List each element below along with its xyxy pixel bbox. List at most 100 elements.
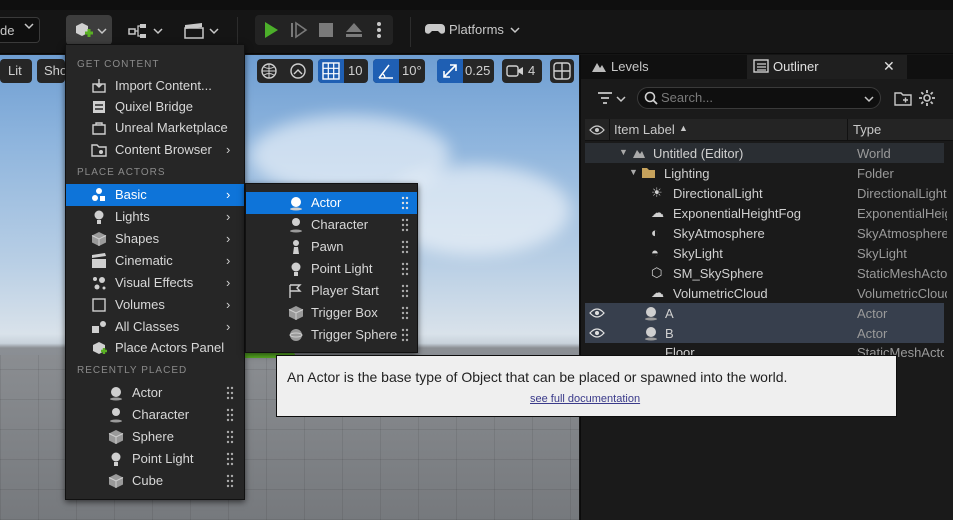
grid-snap-control[interactable]: 10 xyxy=(318,59,368,83)
rotation-snap-control[interactable]: 10° xyxy=(373,59,425,83)
show-button[interactable]: Sho xyxy=(37,59,67,83)
row-type: Actor xyxy=(857,326,888,341)
drag-handle-icon[interactable] xyxy=(226,430,234,444)
chevron-down-icon[interactable] xyxy=(616,94,626,104)
basic-icon xyxy=(92,188,105,201)
drag-handle-icon[interactable] xyxy=(401,306,409,320)
add-content-button[interactable] xyxy=(66,15,112,45)
recent-item-point-light[interactable]: Point Light xyxy=(66,448,244,470)
stop-icon[interactable] xyxy=(318,22,334,38)
play-icon[interactable] xyxy=(262,21,280,39)
recent-item-sphere[interactable]: Sphere xyxy=(66,426,244,448)
outliner-row[interactable]: ◐ SkyAtmosphere SkyAtmosphere xyxy=(585,223,947,243)
sky-light-icon: ◓ xyxy=(651,245,659,260)
menu-item-all-classes[interactable]: All Classes › xyxy=(66,316,244,338)
toolbar-divider xyxy=(237,17,238,47)
outliner-row[interactable]: ☀ DirectionalLight DirectionalLight xyxy=(585,183,947,203)
menu-item-lights[interactable]: Lights › xyxy=(66,206,244,228)
submenu-item-point-light[interactable]: Point Light xyxy=(246,258,417,280)
volume-icon xyxy=(92,298,106,312)
menu-item-basic[interactable]: Basic › xyxy=(66,184,244,206)
drag-handle-icon[interactable] xyxy=(226,474,234,488)
menu-item-visual-effects[interactable]: Visual Effects › xyxy=(66,272,244,294)
more-options-icon[interactable] xyxy=(376,20,382,40)
submenu-item-trigger-sphere[interactable]: Trigger Sphere xyxy=(246,324,417,346)
section-header: PLACE ACTORS xyxy=(77,167,166,178)
sphere-icon xyxy=(108,430,124,444)
menu-item-import-content[interactable]: Import Content... xyxy=(66,75,244,97)
row-label: B xyxy=(665,326,674,341)
search-placeholder: Search... xyxy=(661,90,714,105)
tab-outliner[interactable]: Outliner ✕ xyxy=(747,55,907,79)
visibility-eye-icon[interactable] xyxy=(589,327,605,339)
globe-icon[interactable] xyxy=(260,62,278,80)
drag-handle-icon[interactable] xyxy=(401,284,409,298)
outliner-row[interactable]: ⬡ SM_SkySphere StaticMeshActor xyxy=(585,263,947,283)
drag-handle-icon[interactable] xyxy=(226,408,234,422)
filter-icon[interactable] xyxy=(597,92,613,104)
platforms-label: Platforms xyxy=(449,22,504,37)
close-icon[interactable]: ✕ xyxy=(883,58,895,75)
surface-snap-icon[interactable] xyxy=(289,62,307,80)
menu-item-label: Shapes xyxy=(115,231,160,246)
drag-handle-icon[interactable] xyxy=(401,240,409,254)
drag-handle-icon[interactable] xyxy=(401,218,409,232)
recent-item-cube[interactable]: Cube xyxy=(66,470,244,492)
menu-item-shapes[interactable]: Shapes › xyxy=(66,228,244,250)
recent-item-actor[interactable]: Actor xyxy=(66,382,244,404)
expand-arrow-icon[interactable]: ▼ xyxy=(619,147,628,157)
menu-item-cinematic[interactable]: Cinematic › xyxy=(66,250,244,272)
gear-icon[interactable] xyxy=(918,89,936,107)
menu-item-content-browser[interactable]: Content Browser › xyxy=(66,139,244,161)
mode-selector[interactable]: de xyxy=(0,17,40,43)
scale-icon xyxy=(443,64,457,78)
col-item-label[interactable]: Item Label xyxy=(614,122,675,137)
blueprints-button[interactable] xyxy=(124,15,166,45)
outliner-row[interactable]: ☁ VolumetricCloud VolumetricCloud xyxy=(585,283,947,303)
documentation-link[interactable]: see full documentation xyxy=(530,393,640,405)
eject-icon[interactable] xyxy=(345,21,363,39)
layout-button[interactable] xyxy=(550,59,574,83)
menu-item-place-actors-panel[interactable]: Place Actors Panel xyxy=(66,337,244,359)
row-label: SkyAtmosphere xyxy=(673,226,765,241)
platforms-dropdown[interactable]: Platforms xyxy=(423,17,523,43)
submenu-item-pawn[interactable]: Pawn xyxy=(246,236,417,258)
drag-handle-icon[interactable] xyxy=(401,262,409,276)
visibility-eye-icon[interactable] xyxy=(589,124,605,136)
drag-handle-icon[interactable] xyxy=(226,386,234,400)
scale-snap-control[interactable]: 0.25 xyxy=(437,59,494,83)
outliner-row-folder[interactable]: ▼ Lighting Folder xyxy=(585,163,944,183)
actor-sphere-icon xyxy=(645,307,657,321)
submenu-item-player-start[interactable]: Player Start xyxy=(246,280,417,302)
add-folder-icon[interactable] xyxy=(894,90,912,106)
col-type[interactable]: Type xyxy=(853,122,881,137)
recent-item-character[interactable]: Character xyxy=(66,404,244,426)
row-label: VolumetricCloud xyxy=(673,286,768,301)
drag-handle-icon[interactable] xyxy=(226,452,234,466)
row-label: ExponentialHeightFog xyxy=(673,206,801,221)
outliner-row-selected[interactable]: B Actor xyxy=(585,323,944,343)
expand-arrow-icon[interactable]: ▼ xyxy=(629,167,638,177)
submenu-item-trigger-box[interactable]: Trigger Box xyxy=(246,302,417,324)
menu-item-volumes[interactable]: Volumes › xyxy=(66,294,244,316)
rotation-snap-toggle[interactable] xyxy=(373,59,399,83)
submenu-item-character[interactable]: Character xyxy=(246,214,417,236)
outliner-row-selected[interactable]: A Actor xyxy=(585,303,944,323)
clapper-icon xyxy=(92,253,106,268)
outliner-row[interactable]: ☁ ExponentialHeightFog ExponentialHeight… xyxy=(585,203,947,223)
outliner-row-world[interactable]: ▼ Untitled (Editor) World xyxy=(585,143,944,163)
step-forward-icon[interactable] xyxy=(290,21,308,39)
drag-handle-icon[interactable] xyxy=(401,196,409,210)
cinematics-button[interactable] xyxy=(180,15,222,45)
outliner-row[interactable]: ◓ SkyLight SkyLight xyxy=(585,243,944,263)
menu-item-unreal-marketplace[interactable]: Unreal Marketplace xyxy=(66,117,244,139)
scale-snap-toggle[interactable] xyxy=(437,59,463,83)
camera-speed-button[interactable]: 4 xyxy=(502,59,542,83)
visibility-eye-icon[interactable] xyxy=(589,307,605,319)
drag-handle-icon[interactable] xyxy=(401,328,409,342)
submenu-item-actor[interactable]: Actor xyxy=(246,192,417,214)
menu-item-quixel-bridge[interactable]: Quixel Bridge xyxy=(66,96,244,118)
lit-mode-button[interactable]: Lit xyxy=(0,59,32,83)
tab-levels[interactable]: Levels xyxy=(585,55,745,79)
grid-snap-toggle[interactable] xyxy=(318,59,344,83)
